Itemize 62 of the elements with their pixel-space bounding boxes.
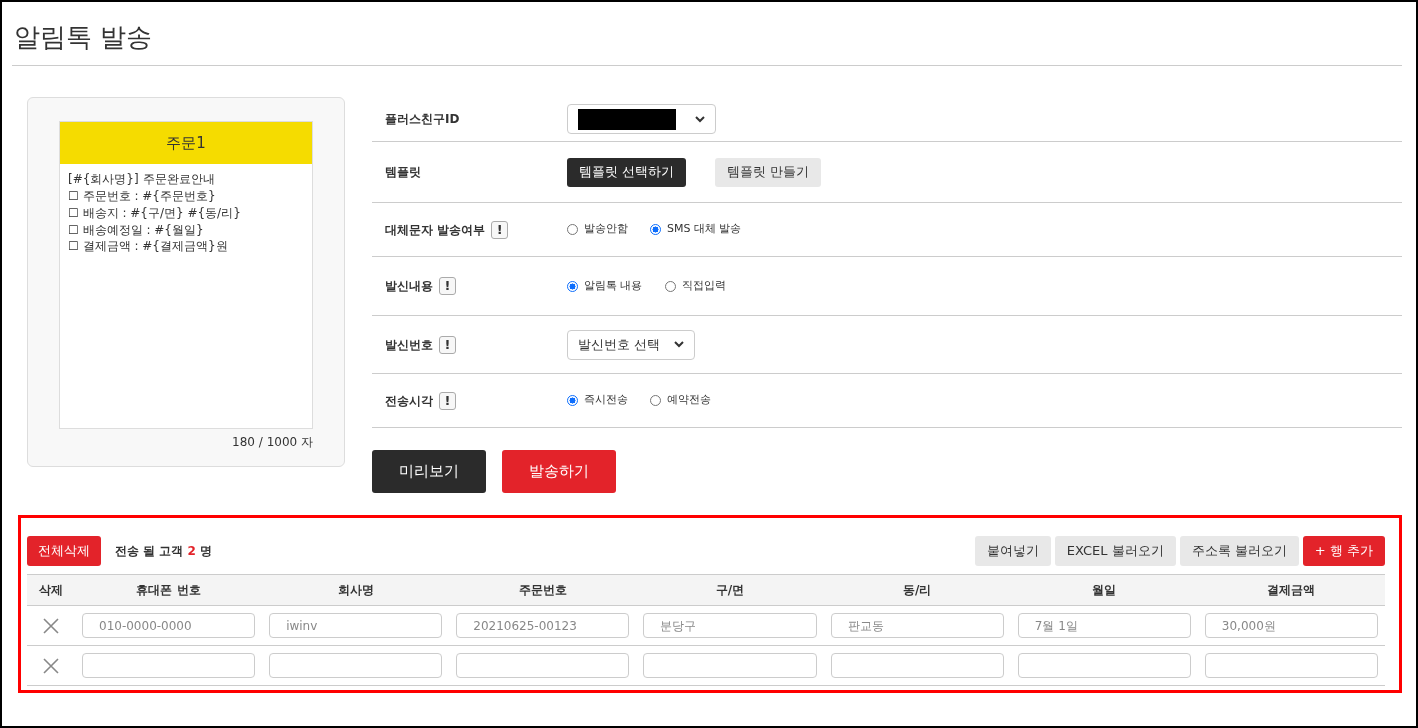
input-field[interactable]: 판교동 <box>830 613 1004 639</box>
help-icon[interactable]: ! <box>439 391 456 410</box>
toolbar-button[interactable]: 붙여넣기 <box>974 536 1051 567</box>
column-header: 동/리 <box>901 582 933 600</box>
delete-all-button[interactable]: 전체삭제 <box>27 536 101 567</box>
action-button[interactable]: 미리보기 <box>372 450 486 494</box>
input-field[interactable]: 20210625-00123 <box>456 613 630 639</box>
input-field[interactable]: 분당구 <box>643 613 817 639</box>
field-label: 대체문자 발송여부 <box>385 221 486 239</box>
action-button[interactable]: 발송하기 <box>502 450 616 494</box>
column-header: 주문번호 <box>517 582 568 600</box>
preview-header: 주문1 <box>60 122 312 165</box>
toolbar-button[interactable]: EXCEL 불러오기 <box>1054 536 1176 567</box>
input-field[interactable] <box>456 653 630 679</box>
column-header: 휴대폰 번호 <box>135 582 202 600</box>
character-counter: 180 / 1000 자 <box>231 434 313 452</box>
field-label: 전송시각 <box>385 392 433 410</box>
help-icon[interactable]: ! <box>491 220 509 239</box>
select-field[interactable]: 발신번호 선택 <box>567 329 695 360</box>
radio-option[interactable]: SMS 대체 발송 <box>650 221 742 238</box>
radio-option[interactable]: 알림톡 내용 <box>567 277 643 295</box>
field-label: 발신번호 <box>385 336 433 354</box>
radio-option[interactable]: 즉시전송 <box>567 392 628 409</box>
radio-option[interactable]: 발송안함 <box>567 221 628 238</box>
help-icon[interactable]: ! <box>439 277 456 296</box>
template-button[interactable]: 템플릿 만들기 <box>715 157 822 187</box>
column-header: 구/면 <box>714 582 746 600</box>
preview-line: ☐ 결제금액 : #{결제금액}원 <box>68 238 229 256</box>
input-field[interactable]: 7월 1일 <box>1017 613 1191 639</box>
template-button[interactable]: 템플릿 선택하기 <box>567 157 687 187</box>
column-header: 삭제 <box>38 582 64 600</box>
recipient-count: 전송 될 고객 2 명 <box>115 543 213 561</box>
column-header: 월일 <box>1091 582 1118 600</box>
field-label: 플러스친구ID <box>385 111 460 129</box>
input-field[interactable] <box>269 653 443 679</box>
page-title: 알림톡 발송 <box>12 2 1402 67</box>
preview-line: ☐ 배송지 : #{구/면} #{동/리} <box>68 204 242 222</box>
column-header: 회사명 <box>336 582 375 600</box>
radio-option[interactable]: 직접입력 <box>664 277 726 295</box>
close-icon[interactable] <box>43 658 59 675</box>
input-field[interactable]: 010-0000-0000 <box>82 613 256 639</box>
column-header: 결제금액 <box>1266 582 1317 600</box>
toolbar-button[interactable]: + 행 추가 <box>1302 536 1385 567</box>
close-icon[interactable] <box>43 618 59 635</box>
toolbar-button[interactable]: 주소록 불러오기 <box>1179 536 1299 567</box>
select-field[interactable] <box>567 104 716 135</box>
input-field[interactable] <box>1017 653 1191 679</box>
help-icon[interactable]: ! <box>439 335 456 354</box>
preview-line: ☐ 주문번호 : #{주문번호} <box>68 188 217 205</box>
input-field[interactable] <box>830 653 1004 679</box>
input-field[interactable]: iwinv <box>269 613 443 639</box>
field-label: 템플릿 <box>385 164 421 182</box>
input-field[interactable] <box>1204 653 1378 679</box>
input-field[interactable] <box>82 653 256 679</box>
preview-line: [#{회사명}] 주문완료안내 <box>68 171 216 188</box>
radio-option[interactable]: 예약전송 <box>650 392 711 409</box>
chevron-down-icon <box>674 341 684 349</box>
input-field[interactable]: 30,000원 <box>1204 613 1378 639</box>
field-label: 발신내용 <box>385 278 433 296</box>
input-field[interactable] <box>643 653 817 679</box>
preview-line: ☐ 배송예정일 : #{월일} <box>68 221 205 239</box>
chevron-down-icon <box>695 115 705 123</box>
